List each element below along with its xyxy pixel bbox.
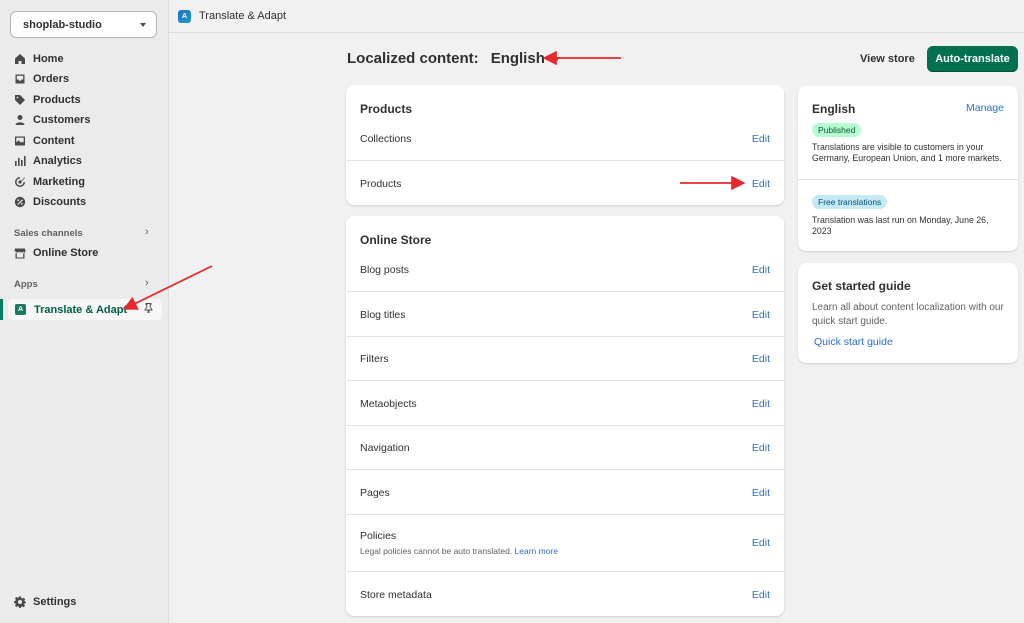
image-icon [14,135,26,147]
nav-label: Home [33,53,64,65]
published-badge: Published [812,123,862,137]
store-selector[interactable]: shoplab-studio [10,11,157,38]
tag-icon [14,94,26,106]
get-started-card: Get started guide Learn all about conten… [798,263,1018,363]
row-label: Navigation [360,442,410,454]
online-store-card: Online Store Blog posts Edit Blog titles… [346,216,784,616]
app-topbar: A Translate & Adapt [169,0,1024,33]
language-card: English Manage Published Translations ar… [798,86,1018,251]
guide-title: Get started guide [812,279,911,293]
table-row[interactable]: Blog titles Edit [346,291,784,321]
gear-icon [14,596,26,608]
edit-link[interactable]: Edit [752,487,770,499]
nav-label: Online Store [33,247,99,259]
edit-link[interactable]: Edit [752,589,770,601]
target-icon [14,176,26,188]
card-title: Products [360,102,413,116]
free-translations-badge: Free translations [812,195,888,209]
row-label: Store metadata [360,589,432,601]
nav-label: Customers [33,114,91,126]
sidebar-item-translate-adapt[interactable]: A Translate & Adapt [0,299,162,320]
table-row[interactable]: Filters Edit [346,336,784,365]
nav-item-online-store[interactable]: Online Store [14,245,98,261]
edit-link[interactable]: Edit [752,264,770,276]
nav-item-products[interactable]: Products [14,92,81,108]
caret-down-icon[interactable] [553,56,560,61]
nav-item-settings[interactable]: Settings [14,594,76,610]
nav-item-content[interactable]: Content [14,133,75,149]
discount-icon [14,196,26,208]
app-label: Translate & Adapt [34,303,128,316]
pin-icon[interactable] [144,303,153,316]
policies-note: Legal policies cannot be auto translated… [360,546,513,556]
sidebar: shoplab-studio Home Orders Products Cust… [0,0,169,623]
store-icon [14,247,26,259]
table-row[interactable]: Navigation Edit [346,425,784,454]
edit-link[interactable]: Edit [752,398,770,410]
apps-label: Apps [14,279,38,290]
sales-channels-label: Sales channels [14,228,83,239]
nav-item-discounts[interactable]: Discounts [14,194,86,210]
person-icon [14,114,26,126]
language-selector[interactable]: English [491,50,545,67]
nav-label: Discounts [33,196,87,208]
row-label: Metaobjects [360,398,417,410]
row-label: Filters [360,353,389,365]
edit-link[interactable]: Edit [752,537,770,549]
view-store-button[interactable]: View store [856,51,919,67]
row-sublabel: Legal policies cannot be auto translated… [360,546,558,556]
divider [798,179,1018,180]
store-name: shoplab-studio [23,19,102,31]
app-title: Translate & Adapt [199,10,287,22]
products-card: Products Collections Edit Products Edit [346,85,784,205]
edit-link[interactable]: Edit [752,309,770,321]
guide-text: Learn all about content localization wit… [812,302,1004,327]
nav-label: Content [33,135,75,147]
nav-item-customers[interactable]: Customers [14,112,90,128]
chevron-right-icon[interactable]: › [145,226,149,238]
edit-link[interactable]: Edit [752,133,770,145]
quick-start-link[interactable]: Quick start guide [814,336,893,348]
row-label: Policies [360,530,397,542]
chevron-right-icon[interactable]: › [145,277,149,289]
nav-item-analytics[interactable]: Analytics [14,153,82,169]
home-icon [14,53,26,65]
row-label: Products [360,178,402,190]
inbox-icon [14,73,26,85]
edit-link[interactable]: Edit [752,178,770,190]
bar-chart-icon [14,155,26,167]
nav-item-marketing[interactable]: Marketing [14,174,85,190]
table-row[interactable]: Store metadata Edit [346,571,784,601]
active-indicator [0,299,3,320]
table-row[interactable]: Metaobjects Edit [346,380,784,410]
page-header: Localized content: English [347,50,560,67]
nav-item-home[interactable]: Home [14,51,64,67]
page-title: Localized content: [347,50,479,67]
translate-app-icon: A [15,304,26,315]
nav-label: Products [33,94,81,106]
edit-link[interactable]: Edit [752,442,770,454]
table-row[interactable]: Policies Legal policies cannot be auto t… [346,514,784,556]
nav-label: Orders [33,73,70,85]
manage-link[interactable]: Manage [966,102,1004,114]
language-title: English [812,102,856,116]
last-run-text: Translation was last run on Monday, June… [812,215,989,236]
auto-translate-button[interactable]: Auto-translate [927,46,1018,72]
translate-app-icon: A [178,9,191,23]
edit-link[interactable]: Edit [752,353,770,365]
card-title: Online Store [360,233,432,247]
nav-label: Analytics [33,155,82,167]
table-row[interactable]: Products Edit [346,160,784,204]
row-label: Blog titles [360,309,406,321]
published-text: Translations are visible to customers in… [812,142,1002,163]
nav-label: Marketing [33,176,85,188]
nav-label: Settings [33,596,77,608]
learn-more-link[interactable]: Learn more [515,546,558,556]
nav-item-orders[interactable]: Orders [14,71,69,87]
row-label: Collections [360,133,412,145]
row-label: Blog posts [360,264,410,276]
caret-down-icon [140,23,146,27]
row-label: Pages [360,487,390,499]
table-row[interactable]: Pages Edit [346,469,784,499]
